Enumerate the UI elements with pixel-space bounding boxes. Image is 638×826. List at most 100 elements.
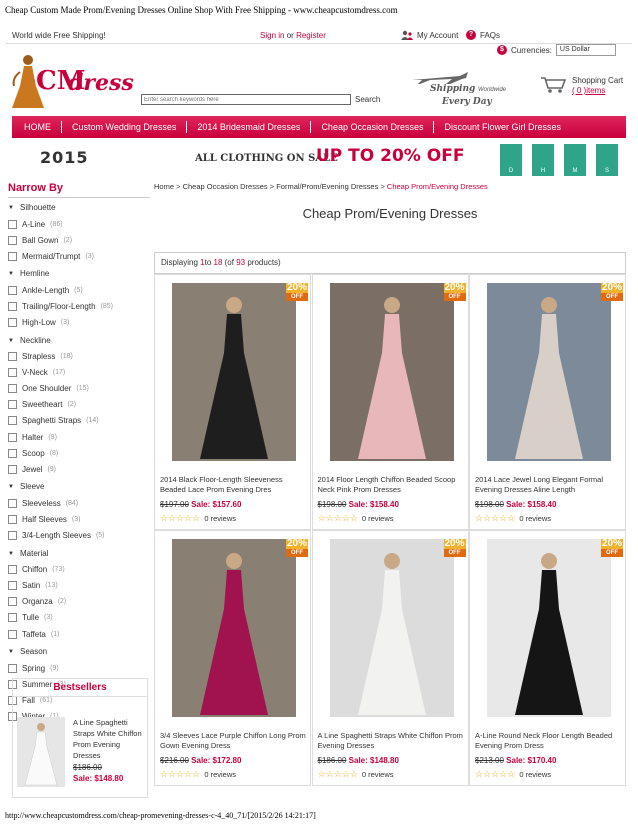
product-name[interactable]: A-Line Round Neck Floor Length Beaded Ev… xyxy=(475,731,625,751)
breadcrumb-occasion[interactable]: Cheap Occasion Dresses xyxy=(183,182,268,191)
review-count[interactable]: 0 reviews xyxy=(519,514,551,523)
filter-option[interactable]: High-Low (3) xyxy=(8,314,150,330)
breadcrumb-formal[interactable]: Formal/Prom/Evening Dresses xyxy=(276,182,378,191)
review-count[interactable]: 0 reviews xyxy=(362,770,394,779)
sign-in-link[interactable]: Sign in xyxy=(260,31,284,40)
review-count[interactable]: 0 reviews xyxy=(204,514,236,523)
filter-checkbox[interactable] xyxy=(8,432,17,442)
filter-group-title[interactable]: ▼ Season xyxy=(8,644,150,660)
product-name[interactable]: A Line Spaghetti Straps White Chiffon Pr… xyxy=(318,731,468,751)
filter-option[interactable]: Taffeta (1) xyxy=(8,626,150,642)
filter-option[interactable]: Tulle (3) xyxy=(8,610,150,626)
product-image[interactable] xyxy=(172,539,296,717)
product-card[interactable]: 20% OFF 2014 Lace Jewel Long Elegant Forma… xyxy=(469,274,626,530)
filter-checkbox[interactable] xyxy=(8,352,17,362)
product-card[interactable]: 20% OFF 3/4 Sleeves Lace Purple Chiffon Lo… xyxy=(154,530,311,786)
filter-option[interactable]: Spaghetti Straps (14) xyxy=(8,413,150,429)
filter-checkbox[interactable] xyxy=(8,514,17,524)
filter-checkbox[interactable] xyxy=(8,318,17,328)
filter-checkbox[interactable] xyxy=(8,629,17,639)
product-image[interactable] xyxy=(172,283,296,461)
sale-price: Sale: $157.60 xyxy=(191,500,242,509)
filter-option[interactable]: Scoop (8) xyxy=(8,445,150,461)
filter-checkbox[interactable] xyxy=(8,498,17,508)
register-link[interactable]: Register xyxy=(296,31,326,40)
search-input[interactable] xyxy=(141,94,351,105)
filter-group-title[interactable]: ▼ Sleeve xyxy=(8,479,150,495)
filter-checkbox[interactable] xyxy=(8,613,17,623)
product-image[interactable] xyxy=(487,283,611,461)
product-name[interactable]: 2014 Floor Length Chiffon Beaded Scoop N… xyxy=(318,475,468,495)
bestseller-product-image[interactable] xyxy=(17,717,65,787)
shipping-promo: Shipping Worldwide Every Day xyxy=(400,70,520,110)
nav-custom-wedding-dresses[interactable]: Custom Wedding Dresses xyxy=(62,121,188,133)
filter-checkbox[interactable] xyxy=(8,251,17,261)
review-count[interactable]: 0 reviews xyxy=(519,770,551,779)
filter-option[interactable]: Ankle-Length (5) xyxy=(8,282,150,298)
bestseller-name[interactable]: A Line Spaghetti Straps White Chiffon Pr… xyxy=(73,717,147,761)
filter-group-title[interactable]: ▼ Hemline xyxy=(8,266,150,282)
filter-option[interactable]: Satin (13) xyxy=(8,578,150,594)
filter-checkbox[interactable] xyxy=(8,581,17,591)
filter-checkbox[interactable] xyxy=(8,400,17,410)
filter-checkbox[interactable] xyxy=(8,416,17,426)
filter-option[interactable]: Chiffon (73) xyxy=(8,562,150,578)
filter-checkbox[interactable] xyxy=(8,384,17,394)
filter-option[interactable]: Ball Gown (2) xyxy=(8,232,150,248)
filter-checkbox[interactable] xyxy=(8,368,17,378)
product-card[interactable]: 20% OFF A-Line Round Neck Floor Length Bea… xyxy=(469,530,626,786)
filter-checkbox[interactable] xyxy=(8,285,17,295)
filter-option[interactable]: Strapless (18) xyxy=(8,349,150,365)
review-count[interactable]: 0 reviews xyxy=(204,770,236,779)
currency-select[interactable]: US Dollar xyxy=(555,44,616,56)
cart-items-count[interactable]: ( 0 )items xyxy=(572,86,605,95)
filter-option[interactable]: Sleeveless (84) xyxy=(8,495,150,511)
filter-checkbox[interactable] xyxy=(8,597,17,607)
product-card[interactable]: 20% OFF 2014 Black Floor-Length Sleeveness… xyxy=(154,274,311,530)
filter-checkbox[interactable] xyxy=(8,235,17,245)
filter-option[interactable]: Trailing/Floor-Length (85) xyxy=(8,298,150,314)
filter-checkbox[interactable] xyxy=(8,565,17,575)
product-image[interactable] xyxy=(487,539,611,717)
review-count[interactable]: 0 reviews xyxy=(362,514,394,523)
filter-group-title[interactable]: ▼ Neckline xyxy=(8,333,150,349)
filter-option[interactable]: 3/4-Length Sleeves (5) xyxy=(8,528,150,544)
nav-cheap-occasion-dresses[interactable]: Cheap Occasion Dresses xyxy=(311,121,435,133)
old-price: $213.00 xyxy=(475,756,504,765)
filter-checkbox[interactable] xyxy=(8,301,17,311)
site-logo[interactable]: CM dress xyxy=(10,52,134,110)
filter-checkbox[interactable] xyxy=(8,448,17,458)
my-account-link[interactable]: My Account xyxy=(401,30,458,40)
filter-option[interactable]: Organza (2) xyxy=(8,594,150,610)
product-name[interactable]: 2014 Lace Jewel Long Elegant Formal Even… xyxy=(475,475,625,495)
nav-flower-girl-dresses[interactable]: Discount Flower Girl Dresses xyxy=(434,121,571,133)
filter-option[interactable]: Spring (9) xyxy=(8,660,150,676)
filter-option[interactable]: Half Sleeves (3) xyxy=(8,511,150,527)
faqs-link[interactable]: ? FAQs xyxy=(466,30,500,40)
nav-bridesmaid-dresses[interactable]: 2014 Bridesmaid Dresses xyxy=(187,121,312,133)
filter-count: (13) xyxy=(45,582,58,590)
filter-option[interactable]: V-Neck (17) xyxy=(8,365,150,381)
filter-option[interactable]: Halter (9) xyxy=(8,429,150,445)
nav-home[interactable]: HOME xyxy=(12,121,62,133)
filter-checkbox[interactable] xyxy=(8,531,17,541)
filter-group-title[interactable]: ▼ Silhouette xyxy=(8,200,150,216)
product-name[interactable]: 2014 Black Floor-Length Sleeveness Beade… xyxy=(160,475,310,495)
product-card[interactable]: 20% OFF A Line Spaghetti Straps White Chif… xyxy=(311,530,469,786)
product-image[interactable] xyxy=(329,539,454,717)
filter-option[interactable]: Jewel (9) xyxy=(8,461,150,477)
product-image[interactable] xyxy=(329,283,454,461)
filter-option[interactable]: One Shoulder (15) xyxy=(8,381,150,397)
breadcrumb-home[interactable]: Home xyxy=(154,182,174,191)
filter-option[interactable]: Sweetheart (2) xyxy=(8,397,150,413)
filter-checkbox[interactable] xyxy=(8,464,17,474)
sale-banner[interactable]: 2015 ALL CLOTHING ON SALE UP TO 20% OFF … xyxy=(20,142,628,178)
filter-checkbox[interactable] xyxy=(8,219,17,229)
product-card[interactable]: 20% OFF 2014 Floor Length Chiffon Beaded S… xyxy=(311,274,469,530)
product-name[interactable]: 3/4 Sleeves Lace Purple Chiffon Long Pro… xyxy=(160,731,310,751)
filter-option[interactable]: Mermaid/Trumpt (3) xyxy=(8,248,150,264)
filter-group-title[interactable]: ▼ Material xyxy=(8,546,150,562)
search-button[interactable]: Search xyxy=(353,95,382,104)
filter-option[interactable]: A-Line (86) xyxy=(8,216,150,232)
filter-checkbox[interactable] xyxy=(8,663,17,673)
